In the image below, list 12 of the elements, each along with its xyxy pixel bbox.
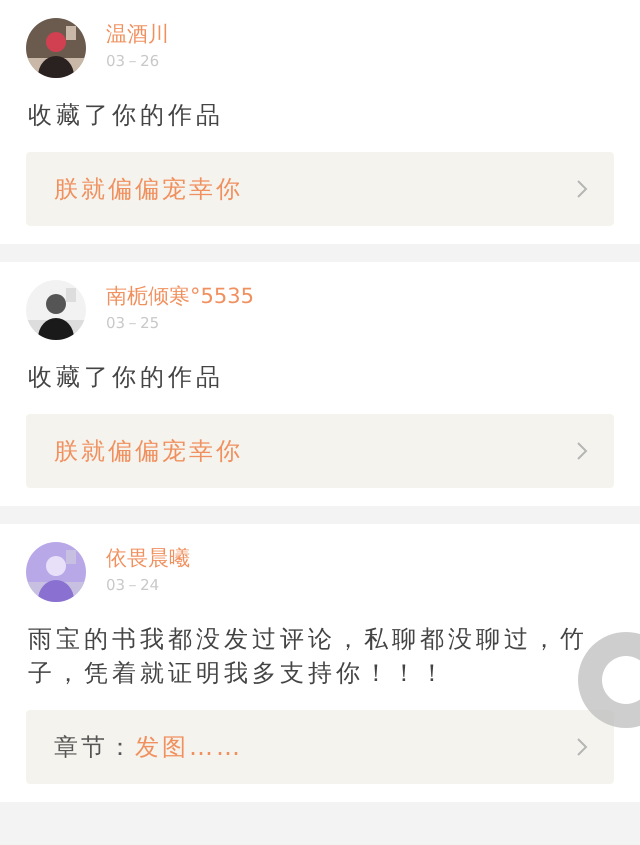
chevron-right-icon xyxy=(576,441,588,461)
user-name[interactable]: 南栀倾寒°5535 xyxy=(106,282,254,310)
chevron-right-icon xyxy=(576,737,588,757)
work-link[interactable]: 朕就偏偏宠幸你 xyxy=(26,414,614,488)
user-name[interactable]: 依畏晨曦 xyxy=(106,544,190,572)
work-link[interactable]: 朕就偏偏宠幸你 xyxy=(26,152,614,226)
message-text: 收藏了你的作品 xyxy=(28,100,225,131)
message-text: 收藏了你的作品 xyxy=(28,362,225,393)
message-text: 雨宝的书我都没发过评论，私聊都没聊过，竹子，凭着就证明我多支持你！！！ xyxy=(28,624,589,689)
work-link[interactable]: 章节：发图…… xyxy=(26,710,614,784)
user-name[interactable]: 温酒川 xyxy=(106,20,169,48)
chevron-right-icon xyxy=(576,179,588,199)
